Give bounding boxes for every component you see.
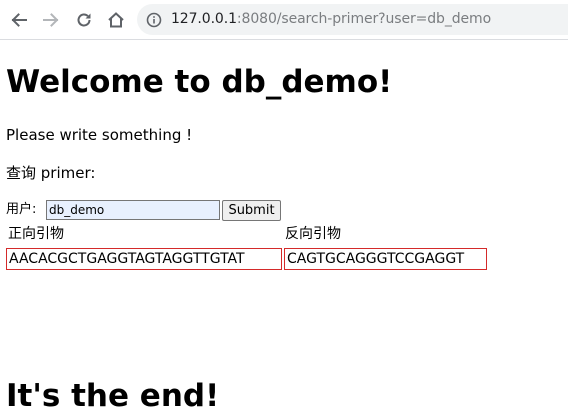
forward-primer-header: 正向引物 bbox=[8, 226, 64, 242]
query-label: 查询 primer: bbox=[6, 164, 96, 182]
url-text[interactable]: 127.0.0.1:8080/search-primer?user=db_dem… bbox=[171, 11, 491, 27]
forward-button[interactable] bbox=[39, 8, 63, 32]
reverse-primer-header: 反向引物 bbox=[285, 226, 341, 242]
submit-button[interactable]: Submit bbox=[222, 200, 281, 221]
user-label: 用户: bbox=[6, 202, 37, 217]
page-title: Welcome to db_demo! bbox=[6, 64, 393, 100]
reload-button[interactable] bbox=[72, 8, 96, 32]
reverse-primer-cell: CAGTGCAGGGTCCGAGGT bbox=[284, 248, 487, 270]
browser-toolbar: 127.0.0.1:8080/search-primer?user=db_dem… bbox=[0, 0, 568, 40]
address-bar[interactable]: 127.0.0.1:8080/search-primer?user=db_dem… bbox=[137, 4, 568, 35]
url-path: :8080/search-primer?user=db_demo bbox=[236, 11, 492, 27]
forward-primer-cell: AACACGCTGAGGTAGTAGGTTGTAT bbox=[6, 248, 282, 270]
forward-arrow-icon bbox=[43, 13, 59, 27]
url-host: 127.0.0.1 bbox=[171, 11, 237, 27]
home-icon bbox=[108, 12, 124, 28]
end-title: It's the end! bbox=[6, 378, 220, 414]
reload-icon bbox=[77, 13, 91, 27]
info-icon[interactable] bbox=[146, 12, 162, 28]
user-input[interactable] bbox=[46, 200, 220, 220]
home-button[interactable] bbox=[104, 8, 128, 32]
back-arrow-icon bbox=[11, 13, 27, 27]
back-button[interactable] bbox=[7, 8, 31, 32]
intro-text: Please write something ! bbox=[6, 126, 193, 144]
